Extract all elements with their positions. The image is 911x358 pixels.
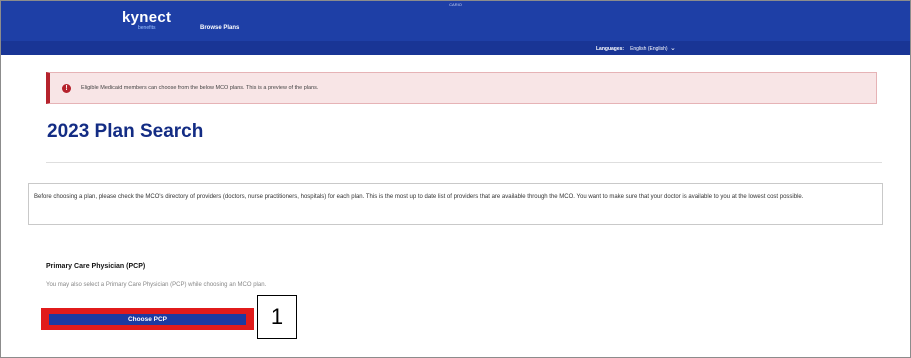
language-value: English (English)	[630, 46, 668, 52]
kynect-logo[interactable]: kynect benefits	[122, 9, 172, 31]
logo-wordmark: kynect	[122, 9, 172, 26]
chevron-down-icon: ⌄	[669, 45, 676, 52]
nav-browse-plans-link[interactable]: Browse Plans	[200, 25, 239, 31]
step-callout-number: 1	[257, 295, 297, 339]
top-navigation-bar: CARIO kynect benefits Browse Plans	[1, 1, 910, 41]
title-divider	[46, 162, 882, 163]
alert-text: Eligible Medicaid members can choose fro…	[81, 85, 319, 91]
environment-tag: CARIO	[449, 2, 462, 7]
provider-info-text: Before choosing a plan, please check the…	[34, 194, 804, 200]
language-bar: Languages: English (English) ⌄	[1, 41, 910, 55]
choose-pcp-button[interactable]: Choose PCP	[49, 314, 246, 325]
pcp-note: You may also select a Primary Care Physi…	[46, 282, 267, 288]
alert-circle-icon: !	[62, 84, 71, 93]
provider-info-box: Before choosing a plan, please check the…	[28, 183, 883, 225]
pcp-heading: Primary Care Physician (PCP)	[46, 263, 146, 270]
language-selector[interactable]: Languages: English (English) ⌄	[596, 44, 676, 52]
page-title: 2023 Plan Search	[47, 121, 204, 142]
medicaid-alert-banner: ! Eligible Medicaid members can choose f…	[46, 72, 877, 104]
language-label: Languages:	[596, 46, 625, 52]
